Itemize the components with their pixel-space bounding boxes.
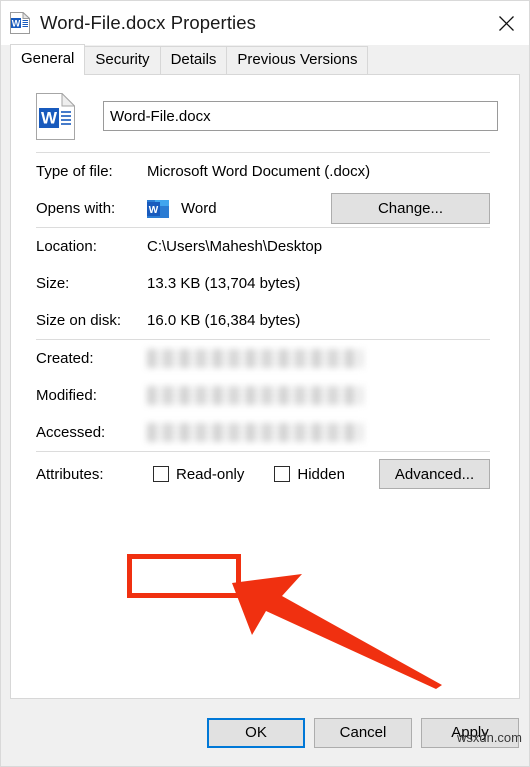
location-row: Location: C:\Users\Mahesh\Desktop [36,228,490,265]
modified-label: Modified: [36,387,97,404]
attributes-group: Attributes: Read-only Hidden Advanced... [27,452,498,496]
tab-details[interactable]: Details [159,46,228,74]
size-label: Size: [36,275,70,292]
hidden-checkbox[interactable]: Hidden [274,466,345,483]
word-document-icon: W [10,11,31,34]
created-value-redacted [147,349,363,368]
readonly-checkbox-label: Read-only [176,465,245,483]
cancel-button[interactable]: Cancel [314,717,412,748]
size-on-disk-label: Size on disk: [36,312,122,329]
svg-text:W: W [41,108,58,127]
accessed-label: Accessed: [36,424,106,441]
accessed-row: Accessed: [36,414,490,451]
tab-strip: General Security Details Previous Versio… [1,44,529,75]
properties-dialog: W Word-File.docx Properties General Secu… [0,0,530,767]
svg-text:W: W [149,205,159,216]
tab-security[interactable]: Security [84,46,161,74]
change-button[interactable]: Change... [331,193,490,224]
opens-with-app: W Word [147,198,217,220]
opens-with-app-name: Word [181,200,217,217]
word-document-icon: W [36,91,76,140]
attributes-row: Attributes: Read-only Hidden Advanced... [36,452,490,496]
size-row: Size: 13.3 KB (13,704 bytes) [36,265,490,302]
file-size-group: Location: C:\Users\Mahesh\Desktop Size: … [27,228,498,339]
attributes-label: Attributes: [36,465,104,483]
location-label: Location: [36,238,97,255]
size-on-disk-row: Size on disk: 16.0 KB (16,384 bytes) [36,302,490,339]
type-of-file-label: Type of file: [36,163,113,180]
hidden-checkbox-box[interactable] [274,466,291,482]
created-row: Created: [36,340,490,377]
apply-button[interactable]: Apply [421,717,519,748]
close-icon[interactable] [483,1,529,45]
modified-value-redacted [147,386,363,405]
word-app-icon: W [147,198,169,220]
svg-text:W: W [12,18,21,28]
advanced-button[interactable]: Advanced... [379,459,490,489]
hidden-checkbox-label: Hidden [297,465,345,483]
modified-row: Modified: [36,377,490,414]
window-title: Word-File.docx Properties [40,12,257,33]
type-of-file-value: Microsoft Word Document (.docx) [147,163,371,180]
tab-previous-versions[interactable]: Previous Versions [226,46,369,74]
size-value: 13.3 KB (13,704 bytes) [147,275,301,292]
opens-with-label: Opens with: [36,200,116,217]
filename-input[interactable] [103,101,498,131]
ok-button[interactable]: OK [207,717,305,748]
created-label: Created: [36,350,94,367]
opens-with-row: Opens with: W Word Change... [36,190,490,227]
accessed-value-redacted [147,423,363,442]
file-dates-group: Created: Modified: Accessed: [27,340,498,451]
title-bar: W Word-File.docx Properties [1,1,529,45]
readonly-checkbox[interactable]: Read-only [153,466,244,483]
location-value: C:\Users\Mahesh\Desktop [147,238,323,255]
file-header-row: W [27,91,498,141]
readonly-checkbox-box[interactable] [153,466,169,482]
tab-panel-general: W Type of file: Microsoft [10,74,520,699]
file-type-group: Type of file: Microsoft Word Document (.… [27,153,498,227]
type-of-file-row: Type of file: Microsoft Word Document (.… [36,153,490,190]
tab-general[interactable]: General [10,44,86,75]
size-on-disk-value: 16.0 KB (16,384 bytes) [147,312,301,329]
dialog-footer: OK Cancel Apply [1,699,529,766]
